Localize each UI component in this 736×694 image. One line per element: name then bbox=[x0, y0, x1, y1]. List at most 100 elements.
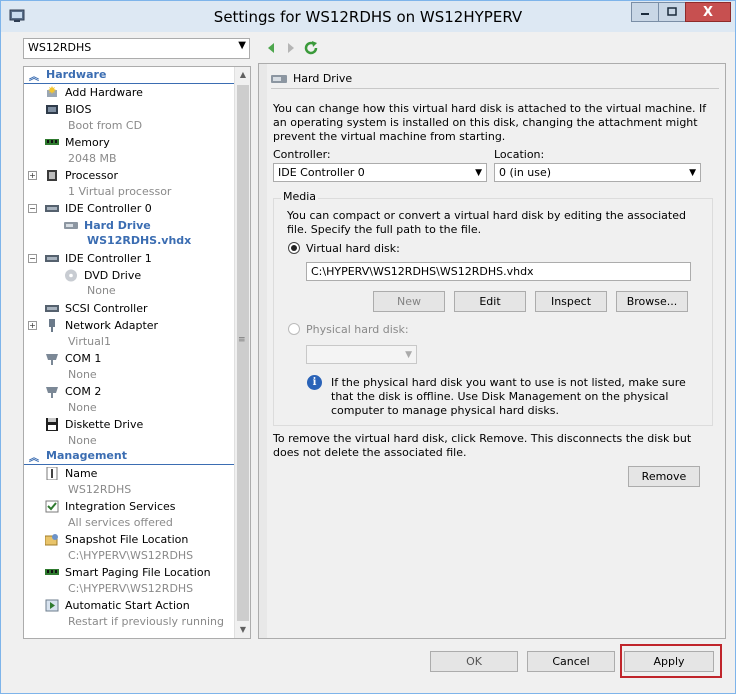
dvd-drive-icon bbox=[65, 269, 77, 282]
virtual-disk-radio[interactable] bbox=[288, 242, 300, 254]
location-select[interactable]: 0 (in use) ▼ bbox=[494, 163, 701, 182]
cancel-button[interactable]: Cancel bbox=[527, 651, 615, 672]
close-button[interactable]: X bbox=[685, 2, 731, 22]
tree-item-add-hardware[interactable]: Add Hardware bbox=[24, 84, 235, 101]
remove-text: To remove the virtual hard disk, click R… bbox=[273, 432, 692, 459]
controller-select[interactable]: IDE Controller 0 ▼ bbox=[273, 163, 487, 182]
tree-item-diskette-drive-detail: None bbox=[68, 434, 97, 447]
scroll-grip-icon: ≡ bbox=[238, 335, 246, 345]
tree-item-automatic-start-action[interactable]: Automatic Start Action bbox=[24, 597, 235, 614]
collapse-icon: ︽ bbox=[29, 453, 39, 464]
intro-text: You can change how this virtual hard dis… bbox=[273, 102, 707, 143]
ok-button[interactable]: OK bbox=[430, 651, 518, 672]
tree-item-memory[interactable]: Memory bbox=[24, 134, 235, 151]
ide-controller-icon bbox=[45, 205, 59, 212]
tree-item-snapshot-location-detail: C:\HYPERV\WS12RDHS bbox=[68, 549, 194, 562]
tree-item-com2[interactable]: COM 2 bbox=[24, 383, 235, 400]
location-value: 0 (in use) bbox=[499, 166, 552, 179]
edit-button[interactable]: Edit bbox=[454, 291, 526, 312]
browse-button[interactable]: Browse... bbox=[616, 291, 688, 312]
auto-start-icon bbox=[45, 599, 59, 612]
tree-item-integration-services-detail: All services offered bbox=[68, 516, 173, 529]
tree-item-network-adapter-detail: Virtual1 bbox=[68, 335, 111, 348]
media-text: You can compact or convert a virtual har… bbox=[287, 209, 686, 236]
physical-disk-label: Physical hard disk: bbox=[306, 323, 409, 336]
new-button[interactable]: New bbox=[373, 291, 445, 312]
tree-item-processor-detail: 1 Virtual processor bbox=[68, 185, 172, 198]
header-divider bbox=[271, 88, 719, 89]
management-section-header[interactable]: ︽ Management bbox=[24, 449, 235, 465]
forward-arrow-icon bbox=[288, 43, 294, 53]
panel-title: Hard Drive bbox=[293, 72, 353, 85]
chevron-down-icon: ▼ bbox=[689, 168, 696, 178]
hardware-tree: ︽ Hardware Add Hardware BIOS Boot from C… bbox=[23, 66, 251, 639]
controller-label: Controller: bbox=[273, 148, 331, 161]
window-title: Settings for WS12RDHS on WS12HYPERV bbox=[213, 8, 523, 26]
tree-item-scsi-controller[interactable]: SCSI Controller bbox=[24, 300, 235, 317]
info-icon: i bbox=[307, 375, 322, 390]
close-icon: X bbox=[702, 4, 714, 20]
hard-drive-icon bbox=[271, 74, 287, 83]
physical-disk-radio[interactable] bbox=[288, 323, 300, 335]
vm-select[interactable]: WS12RDHS ▼ bbox=[23, 38, 250, 59]
scsi-controller-icon bbox=[45, 305, 59, 312]
tree-item-snapshot-location[interactable]: Snapshot File Location bbox=[24, 531, 235, 548]
tree-item-hard-drive-detail: WS12RDHS.vhdx bbox=[87, 234, 192, 247]
vhd-path-input[interactable]: C:\HYPERV\WS12RDHS\WS12RDHS.vhdx bbox=[306, 262, 691, 281]
network-adapter-icon bbox=[49, 319, 55, 332]
tree-item-smart-paging-location-detail: C:\HYPERV\WS12RDHS bbox=[68, 582, 194, 595]
tree-item-name-detail: WS12RDHS bbox=[68, 483, 132, 496]
virtual-disk-label: Virtual hard disk: bbox=[306, 242, 400, 255]
minimize-icon bbox=[641, 13, 649, 15]
scroll-up-icon[interactable]: ▲ bbox=[235, 67, 250, 83]
add-hardware-icon bbox=[47, 86, 57, 97]
chevron-down-icon: ▼ bbox=[405, 350, 412, 360]
collapse-icon[interactable]: − bbox=[28, 254, 37, 263]
refresh-button[interactable] bbox=[303, 39, 319, 57]
com-port-icon bbox=[46, 387, 58, 398]
collapse-icon[interactable]: − bbox=[28, 204, 37, 213]
tree-item-hard-drive[interactable]: Hard Drive bbox=[24, 217, 235, 234]
tree-item-ide-controller-1[interactable]: − IDE Controller 1 bbox=[24, 250, 235, 267]
tree-item-com1[interactable]: COM 1 bbox=[24, 350, 235, 367]
scroll-down-icon[interactable]: ▼ bbox=[235, 622, 250, 638]
memory-icon bbox=[45, 139, 59, 145]
forward-button[interactable] bbox=[283, 39, 299, 57]
panel-scrollbar[interactable] bbox=[259, 64, 267, 638]
tree-item-smart-paging-location[interactable]: Smart Paging File Location bbox=[24, 564, 235, 581]
tree-item-memory-detail: 2048 MB bbox=[68, 152, 117, 165]
tree-item-processor[interactable]: + Processor bbox=[24, 167, 235, 184]
remove-button[interactable]: Remove bbox=[628, 466, 700, 487]
expand-icon[interactable]: + bbox=[28, 321, 37, 330]
inspect-button[interactable]: Inspect bbox=[535, 291, 607, 312]
tree-item-name[interactable]: Name bbox=[24, 465, 235, 482]
hardware-section-header[interactable]: ︽ Hardware bbox=[24, 68, 235, 84]
tree-item-network-adapter[interactable]: + Network Adapter bbox=[24, 317, 235, 334]
chevron-down-icon: ▼ bbox=[238, 40, 246, 51]
tree-item-diskette-drive[interactable]: Diskette Drive bbox=[24, 416, 235, 433]
tree-item-ide-controller-0[interactable]: − IDE Controller 0 bbox=[24, 200, 235, 217]
radio-dot bbox=[291, 245, 297, 251]
refresh-icon bbox=[304, 41, 318, 55]
maximize-icon bbox=[667, 7, 677, 16]
maximize-button[interactable] bbox=[658, 2, 686, 22]
back-button[interactable] bbox=[263, 39, 279, 57]
settings-panel: Hard Drive You can change how this virtu… bbox=[258, 63, 726, 639]
integration-icon bbox=[45, 500, 59, 513]
panel-header: Hard Drive bbox=[271, 72, 352, 85]
tree-item-dvd-drive[interactable]: DVD Drive bbox=[24, 267, 235, 284]
scroll-thumb[interactable] bbox=[237, 85, 249, 621]
tree-item-integration-services[interactable]: Integration Services bbox=[24, 498, 235, 515]
vm-select-value: WS12RDHS bbox=[28, 41, 92, 54]
tree-scrollbar[interactable]: ▲ ≡ ▼ bbox=[234, 67, 250, 638]
tree-item-bios[interactable]: BIOS bbox=[24, 101, 235, 118]
physical-disk-select[interactable]: ▼ bbox=[306, 345, 417, 364]
ide-controller-icon bbox=[45, 255, 59, 262]
tree-item-com2-detail: None bbox=[68, 401, 97, 414]
tree-item-bios-detail: Boot from CD bbox=[68, 119, 143, 132]
expand-icon[interactable]: + bbox=[28, 171, 37, 180]
collapse-icon: ︽ bbox=[29, 72, 39, 83]
minimize-button[interactable] bbox=[631, 2, 659, 22]
hard-drive-icon bbox=[64, 222, 78, 229]
tree-item-com1-detail: None bbox=[68, 368, 97, 381]
